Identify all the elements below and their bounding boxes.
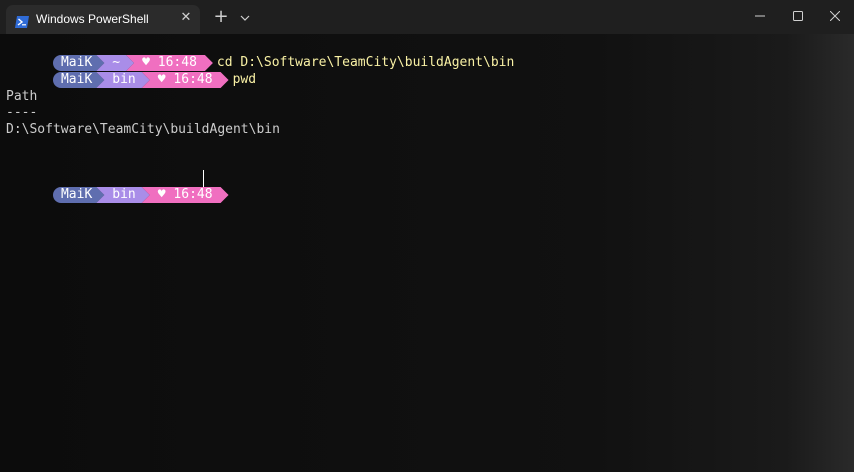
minimize-button[interactable] — [741, 0, 779, 32]
output-path: D:\Software\TeamCity\buildAgent\bin — [6, 122, 280, 137]
output-underline: ---- — [6, 105, 38, 120]
prompt-line: MaiK bin ♥ 16:48 pwd — [6, 56, 256, 72]
prompt-line: MaiK ~ ♥ 16:48 cd D:\Software\TeamCity\buil… — [6, 39, 514, 55]
prompt-time: ♥ 16:48 — [142, 187, 229, 203]
prompt-dir: bin — [96, 187, 149, 203]
terminal-window: Windows PowerShell ✕ + MaiK ~ ♥ 16:48 cd D:… — [0, 0, 854, 472]
prompt-user: MaiK — [53, 72, 104, 88]
prompt: MaiK bin ♥ 16:48 — [53, 72, 229, 88]
output-header: Path — [6, 89, 38, 104]
prompt-line: MaiK bin ♥ 16:48 — [6, 171, 233, 187]
maximize-icon — [793, 11, 803, 21]
powershell-icon — [15, 13, 29, 28]
command-text: pwd — [232, 72, 257, 87]
command-text: cd D:\Software\TeamCity\buildAgent\bin — [216, 55, 515, 70]
text-cursor — [203, 170, 204, 187]
maximize-button[interactable] — [779, 0, 817, 32]
prompt-dir: bin — [96, 72, 149, 88]
tab-windows-powershell[interactable]: Windows PowerShell ✕ — [6, 5, 200, 34]
chevron-down-icon[interactable] — [238, 10, 252, 24]
minimize-icon — [755, 15, 765, 17]
prompt: MaiK bin ♥ 16:48 — [53, 187, 229, 203]
tab-title: Windows PowerShell — [36, 12, 149, 26]
plus-icon[interactable]: + — [212, 8, 230, 27]
close-button[interactable] — [816, 0, 854, 32]
title-bar: Windows PowerShell ✕ + — [0, 0, 854, 34]
close-icon — [830, 11, 840, 21]
close-icon[interactable]: ✕ — [178, 10, 194, 26]
terminal-output[interactable]: MaiK ~ ♥ 16:48 cd D:\Software\TeamCity\buil… — [0, 34, 854, 472]
prompt-time: ♥ 16:48 — [142, 72, 229, 88]
prompt-user: MaiK — [53, 187, 104, 203]
